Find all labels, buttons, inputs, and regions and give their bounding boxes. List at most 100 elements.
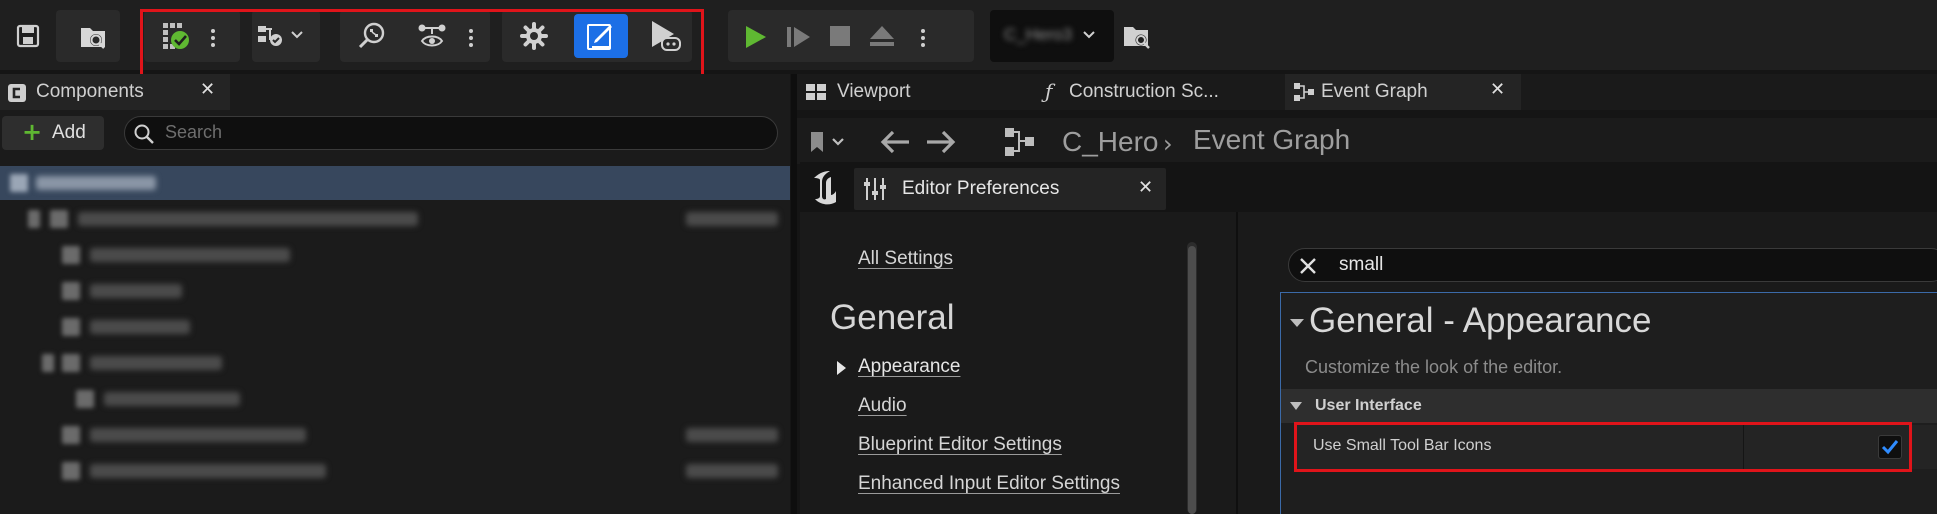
hide-unrelated-icon [416, 20, 448, 52]
play-options-button[interactable] [920, 26, 926, 50]
main-toolbar: C_Hero3 [0, 0, 1937, 79]
tree-row[interactable] [0, 202, 790, 236]
breadcrumb-root[interactable]: C_Hero [1062, 126, 1158, 158]
close-icon[interactable]: ✕ [1490, 79, 1505, 100]
tree-label [104, 392, 240, 406]
close-icon[interactable]: ✕ [1138, 177, 1153, 198]
debug-object-label: C_Hero3 [1004, 25, 1073, 44]
find-options-button[interactable] [468, 26, 474, 50]
tree-row[interactable] [0, 454, 790, 488]
splitter[interactable] [1236, 212, 1238, 514]
graph-nav-bar [797, 118, 1937, 164]
stop-button[interactable] [820, 16, 860, 56]
prefs-tab-label: Editor Preferences [902, 178, 1060, 199]
tree-label [90, 284, 182, 298]
eject-icon [868, 24, 896, 48]
debug-object-selector[interactable]: C_Hero3 [990, 10, 1114, 62]
small-toolbar-icons-checkbox[interactable] [1878, 435, 1902, 459]
details-panel: General - Appearance Customize the look … [1280, 292, 1937, 514]
bookmark-dropdown-button[interactable] [805, 128, 849, 156]
tree-row[interactable] [0, 346, 790, 380]
tab-label: Event Graph [1321, 81, 1428, 102]
tree-label [36, 176, 156, 190]
tree-label [90, 248, 290, 262]
tree-row-root[interactable] [0, 166, 790, 200]
browse-button[interactable] [72, 16, 112, 56]
nav-scrollbar-thumb[interactable] [1188, 246, 1196, 514]
section-title: General [830, 298, 955, 337]
tab-event-graph[interactable]: Event Graph ✕ [1285, 74, 1521, 110]
component-icon [62, 426, 80, 444]
tab-viewport[interactable]: Viewport [797, 74, 1037, 110]
nav-appearance[interactable]: Appearance [858, 356, 960, 378]
components-tab[interactable]: Components ✕ [0, 74, 230, 110]
column-divider [1743, 425, 1744, 469]
class-defaults-button[interactable] [574, 14, 628, 58]
component-icon [10, 174, 28, 192]
tree-edit-link [686, 464, 778, 478]
expander-icon [42, 354, 54, 372]
tree-label [90, 356, 222, 370]
diff-icon [256, 22, 286, 50]
all-settings-link[interactable]: All Settings [858, 248, 953, 270]
nav-audio[interactable]: Audio [858, 395, 907, 417]
class-defaults-icon [585, 21, 617, 53]
plus-icon: + [22, 118, 43, 146]
panel-splitter[interactable] [791, 74, 797, 514]
tree-label [90, 428, 306, 442]
browse-debug-button[interactable] [1116, 16, 1156, 56]
component-icon [62, 318, 80, 336]
back-arrow-icon[interactable] [879, 128, 913, 156]
prefs-tab[interactable]: Editor Preferences ✕ [854, 168, 1166, 210]
tab-label: Construction Sc... [1069, 81, 1219, 102]
tab-construction-script[interactable]: ƒ Construction Sc... [1037, 74, 1277, 110]
play-button[interactable] [734, 16, 774, 56]
tree-edit-link [686, 212, 778, 226]
components-search-input[interactable]: Search [124, 116, 778, 150]
chevron-down-icon [290, 28, 304, 42]
simulation-button[interactable] [644, 16, 684, 56]
viewport-icon [805, 82, 827, 102]
graph-icon [1003, 126, 1037, 158]
close-icon[interactable]: ✕ [200, 79, 215, 100]
class-settings-button[interactable] [514, 16, 554, 56]
prefs-search-input[interactable]: small [1288, 248, 1937, 282]
nav-blueprint-editor-settings[interactable]: Blueprint Editor Settings [858, 434, 1062, 456]
eject-button[interactable] [862, 16, 902, 56]
tree-row[interactable] [0, 238, 790, 272]
diff-button[interactable] [254, 16, 314, 56]
find-button[interactable] [352, 16, 392, 56]
component-icon [76, 390, 94, 408]
tree-row[interactable] [0, 418, 790, 452]
folder-search-icon [1120, 20, 1152, 52]
sliders-icon [862, 176, 888, 202]
search-icon [133, 123, 155, 145]
clear-search-icon[interactable] [1297, 255, 1319, 277]
setting-row-small-toolbar-icons: Use Small Tool Bar Icons [1295, 425, 1937, 469]
caret-right-icon [834, 360, 848, 376]
collapse-caret-icon [1289, 401, 1303, 411]
subcategory-header[interactable]: User Interface [1281, 389, 1937, 423]
expander-icon [28, 210, 40, 228]
breadcrumb-current: Event Graph [1193, 124, 1351, 155]
nav-enhanced-input-editor-settings[interactable]: Enhanced Input Editor Settings [858, 473, 1120, 495]
compile-icon [160, 20, 192, 52]
forward-arrow-icon[interactable] [923, 128, 957, 156]
simulation-icon [646, 18, 682, 54]
component-icon [62, 354, 80, 372]
unreal-logo-icon [808, 168, 846, 206]
breadcrumb-separator-icon: › [1163, 130, 1173, 158]
hide-unrelated-button[interactable] [412, 16, 452, 56]
save-button[interactable] [8, 16, 48, 56]
compile-button[interactable] [156, 16, 196, 56]
tree-row[interactable] [0, 310, 790, 344]
add-component-button[interactable]: + Add [2, 116, 104, 150]
tree-row[interactable] [0, 274, 790, 308]
component-icon [50, 210, 68, 228]
function-icon: ƒ [1045, 79, 1053, 103]
compile-options-button[interactable] [210, 26, 216, 50]
step-button[interactable] [778, 16, 818, 56]
tree-row[interactable] [0, 382, 790, 416]
collapse-caret-icon[interactable] [1289, 317, 1305, 329]
component-icon [62, 282, 80, 300]
